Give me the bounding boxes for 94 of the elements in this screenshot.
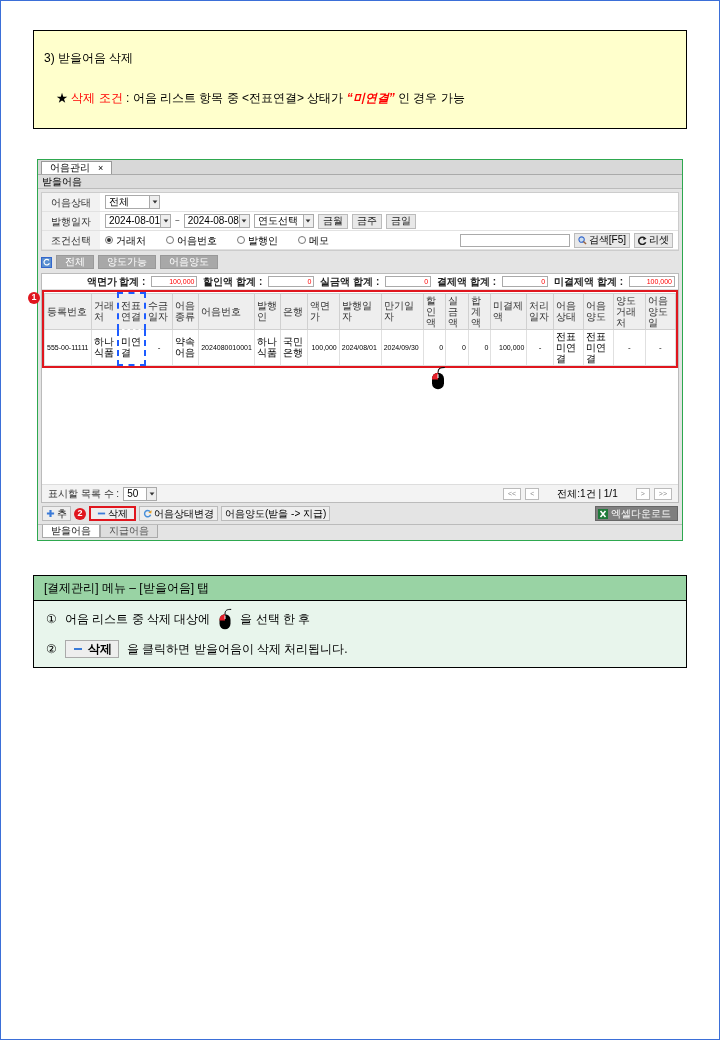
column-header[interactable]: 등록번호: [44, 293, 91, 329]
table-cell: -: [526, 329, 554, 365]
quick-date-button[interactable]: 금월: [317, 213, 348, 229]
column-header[interactable]: 처리일자: [526, 293, 554, 329]
bottom-tab[interactable]: 지급어음: [100, 525, 158, 538]
select-field[interactable]: 연도선택: [253, 214, 314, 228]
radio-label: 거래처: [116, 233, 146, 248]
column-header[interactable]: 어음양도일: [645, 293, 676, 329]
filter-label: 발행일자: [42, 212, 100, 230]
action-button[interactable]: 어음양도(받을 -> 지급): [221, 506, 331, 521]
column-header[interactable]: 합계액: [468, 293, 491, 329]
refresh-icon: [42, 258, 51, 266]
page-size-label: 표시할 목록 수 :: [48, 487, 120, 501]
column-header[interactable]: 발행인: [254, 293, 281, 329]
action-button[interactable]: 추: [42, 506, 71, 521]
page-info: 전체:1건 | 1/1: [557, 487, 618, 501]
radio-label: 어음번호: [177, 233, 217, 248]
notice-title: 3) 받을어음 삭제: [44, 50, 135, 67]
excel-download-button[interactable]: 엑셀다운로드: [595, 506, 678, 521]
search-field[interactable]: [459, 233, 570, 247]
column-header[interactable]: 거래처: [91, 293, 118, 329]
column-header[interactable]: 실금액: [445, 293, 469, 329]
step-number: ②: [46, 641, 57, 658]
column-header[interactable]: 미결제액: [490, 293, 527, 329]
caret-icon: [304, 217, 313, 225]
table-cell: -: [613, 329, 646, 365]
column-header[interactable]: 할인액: [423, 293, 446, 329]
column-header[interactable]: 수금일자: [145, 293, 173, 329]
filter-label: 조건선택: [42, 231, 100, 249]
action-button[interactable]: 어음상태변경: [139, 506, 218, 521]
column-header[interactable]: 발행일자: [339, 293, 382, 329]
column-header[interactable]: 어음양도: [583, 293, 614, 329]
table-cell: -: [645, 329, 676, 365]
bottom-tab[interactable]: 받을어음: [42, 525, 100, 538]
radio-label: 발행인: [248, 233, 278, 248]
step-badge: 2: [74, 507, 86, 520]
column-header[interactable]: 어음상태: [553, 293, 584, 329]
caret-icon: [240, 217, 249, 225]
document-tab[interactable]: 어음관리 ×: [41, 161, 113, 174]
column-header[interactable]: 어음종류: [172, 293, 199, 329]
condition-text: ★ 삭제 조건 : 어음 리스트 항목 중 <전표연결> 상태가 “미연결” 인 경우 가능: [56, 90, 466, 107]
column-header[interactable]: 어음번호: [198, 293, 255, 329]
table-cell: 전표미연결: [583, 329, 614, 365]
step-text: 을 선택 한 후: [240, 611, 311, 628]
close-button[interactable]: ×: [98, 163, 104, 173]
filter-label: 어음상태: [42, 193, 100, 211]
radio-label: 메모: [309, 233, 329, 248]
total-label: 미결제액 합계 :: [554, 275, 623, 289]
column-header[interactable]: 액면가: [307, 293, 340, 329]
reset-button[interactable]: 리셋: [634, 232, 673, 248]
table-cell: -: [145, 329, 173, 365]
radio-button[interactable]: [237, 236, 245, 244]
step-badge: 1: [28, 292, 40, 304]
table-cell: 약속어음: [172, 329, 199, 365]
search-button[interactable]: 검색[F5]: [573, 232, 630, 248]
caret-icon: [150, 198, 159, 206]
quick-date-button[interactable]: 금주: [351, 213, 382, 229]
refresh-icon: [638, 235, 647, 245]
total-label: 결제액 합계 :: [437, 275, 497, 289]
search-icon: [577, 235, 587, 245]
step-text: 을 클릭하면 받을어음이 삭제 처리됩니다.: [127, 641, 348, 658]
caret-icon: [147, 489, 156, 498]
action-button[interactable]: 삭제: [89, 506, 136, 521]
delete-button[interactable]: 삭제: [65, 640, 119, 658]
radio-button[interactable]: [166, 236, 174, 244]
total-label: 액면가 합계 :: [86, 275, 146, 289]
quick-date-button[interactable]: 금일: [385, 213, 416, 229]
spreadsheet-icon: [598, 508, 608, 519]
table-cell: 하나식품: [254, 329, 281, 365]
guide-header: [결제관리] 메뉴 – [받을어음] 탭: [34, 576, 686, 601]
mouse-icon: [218, 608, 233, 630]
select-field[interactable]: 전체: [105, 195, 160, 209]
column-header[interactable]: 만기일자: [381, 293, 424, 329]
refresh-icon: [143, 509, 152, 518]
refresh-button[interactable]: [41, 256, 52, 268]
select-field[interactable]: 2024-08-01: [105, 214, 171, 228]
column-header[interactable]: 은행: [280, 293, 308, 329]
range-separator: ~: [175, 215, 180, 227]
total-label: 할인액 합계 :: [203, 275, 263, 289]
caret-icon: [161, 217, 170, 225]
radio-button[interactable]: [105, 236, 113, 244]
plus-icon: [46, 509, 55, 518]
section-title: 받을어음: [38, 175, 682, 189]
select-field[interactable]: 50: [123, 486, 158, 501]
column-header[interactable]: 양도 거래처: [613, 293, 646, 329]
table-cell: 국민은행: [280, 329, 308, 365]
step-number: ①: [46, 611, 57, 628]
table-cell: 미연결: [117, 329, 146, 365]
step-text: 어음 리스트 중 삭제 대상에: [65, 611, 211, 628]
table-cell: 전표미연결: [553, 329, 584, 365]
total-label: 실금액 합계 :: [320, 275, 380, 289]
radio-button[interactable]: [298, 236, 306, 244]
select-field[interactable]: 2024-08-08: [183, 214, 250, 228]
column-header[interactable]: 전표연결: [117, 293, 146, 329]
